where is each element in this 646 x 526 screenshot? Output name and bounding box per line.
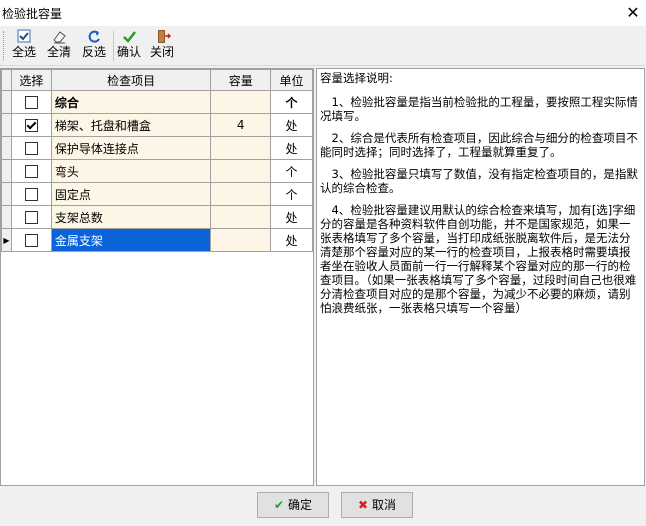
notes-paragraph-2: 2、综合是代表所有检查项目，因此综合与细分的检查项目不能同时选择；同时选择了，工… [320,131,638,159]
notes-paragraph-3: 3、检验批容量只填写了数值，没有指定检查项目的，是指默认的综合检查。 [320,167,638,195]
row-checkbox[interactable] [24,233,38,247]
select-cell[interactable] [10,182,52,206]
row-header[interactable] [1,205,12,229]
ok-label: 确定 [288,498,313,512]
capacity-cell[interactable] [210,205,272,229]
eraser-icon [53,31,66,44]
select-all-label: 全选 [11,45,36,59]
row-checkbox[interactable] [24,187,38,201]
unit-cell[interactable]: 处 [270,136,313,160]
current-row-arrow-icon[interactable]: ▶ [1,228,12,252]
invert-selection-label: 反选 [81,45,106,59]
window-title: 检验批容量 [2,7,63,21]
unit-cell[interactable]: 处 [270,228,313,252]
table-header-row: 选择 检查项目 容量 单位 [1,69,313,91]
unit-cell[interactable]: 个 [270,182,313,206]
table-row[interactable]: 固定点 个 [1,182,313,206]
capacity-notes-panel[interactable]: 容量选择说明: 1、检验批容量是指当前检验批的工程量，要按照工程实际情况填写。 … [316,68,645,486]
column-header-unit[interactable]: 单位 [270,69,313,91]
column-header-capacity[interactable]: 容量 [210,69,272,91]
capacity-cell[interactable] [210,159,272,183]
select-cell[interactable] [10,205,52,229]
table-row[interactable]: 综合 个 [1,90,313,114]
select-cell[interactable] [10,228,52,252]
item-cell[interactable]: 梯架、托盘和槽盒 [50,113,212,137]
table-row[interactable]: 弯头 个 [1,159,313,183]
select-cell[interactable] [10,113,52,137]
toolbar-grip [3,31,7,61]
close-icon[interactable]: ✕ [620,0,646,26]
capacity-grid: 选择 检查项目 容量 单位 综合 个 梯架、托盘和槽盒 4 处 保护导体连接点 … [0,68,314,486]
ok-button[interactable]: ✔ 确定 [257,492,329,518]
close-button[interactable]: 关闭 [148,29,176,63]
capacity-cell[interactable] [210,136,272,160]
item-cell[interactable]: 固定点 [50,182,212,206]
item-cell[interactable]: 弯头 [50,159,212,183]
row-checkbox[interactable] [24,95,38,109]
invert-selection-button[interactable]: 反选 [80,29,108,63]
row-header[interactable] [1,159,12,183]
unit-cell[interactable]: 个 [270,159,313,183]
confirm-button[interactable]: 确认 [116,29,142,63]
exit-door-icon [158,30,171,43]
capacity-cell[interactable] [210,228,272,252]
capacity-table: 选择 检查项目 容量 单位 综合 个 梯架、托盘和槽盒 4 处 保护导体连接点 … [1,69,313,252]
row-header-corner [1,69,12,91]
table-row[interactable]: 支架总数 处 [1,205,313,229]
row-checkbox[interactable] [24,210,38,224]
clear-all-button[interactable]: 全清 [45,29,73,63]
capacity-cell[interactable] [210,182,272,206]
close-label: 关闭 [149,45,174,59]
item-cell-selected[interactable]: 金属支架 [50,228,212,252]
row-checkbox[interactable] [24,141,38,155]
cancel-button[interactable]: ✖ 取消 [341,492,413,518]
confirm-label: 确认 [116,45,141,59]
checkmark-icon: ✔ [273,498,285,512]
refresh-icon [88,30,100,43]
item-cell[interactable]: 综合 [50,90,212,114]
select-cell[interactable] [10,136,52,160]
item-cell[interactable]: 保护导体连接点 [50,136,212,160]
row-header[interactable] [1,90,12,114]
unit-cell[interactable]: 个 [270,90,313,114]
select-cell[interactable] [10,90,52,114]
row-header[interactable] [1,113,12,137]
cross-icon: ✖ [357,498,369,512]
row-header[interactable] [1,182,12,206]
dialog-footer: ✔ 确定 ✖ 取消 [0,487,646,526]
item-cell[interactable]: 支架总数 [50,205,212,229]
unit-cell[interactable]: 处 [270,113,313,137]
checkbox-checked-icon [17,29,31,43]
capacity-cell[interactable]: 4 [210,113,272,137]
select-cell[interactable] [10,159,52,183]
table-row[interactable]: 保护导体连接点 处 [1,136,313,160]
select-all-button[interactable]: 全选 [10,29,38,63]
notes-title: 容量选择说明: [320,71,393,85]
row-checkbox[interactable] [24,164,38,178]
table-row[interactable]: 梯架、托盘和槽盒 4 处 [1,113,313,137]
toolbar: 全选 全清 反选 确认 关闭 [0,27,646,66]
cancel-label: 取消 [372,498,397,512]
checkmark-icon [123,31,136,43]
column-header-select[interactable]: 选择 [10,69,52,91]
notes-paragraph-1: 1、检验批容量是指当前检验批的工程量，要按照工程实际情况填写。 [320,95,638,123]
notes-paragraph-4: 4、检验批容量建议用默认的综合检查来填写，加有[选]字细分的容量是各种资料软件自… [320,203,637,315]
table-row-current[interactable]: ▶ 金属支架 处 [1,228,313,252]
title-bar: 检验批容量 ✕ [0,0,646,26]
capacity-cell[interactable] [210,90,272,114]
column-header-item[interactable]: 检查项目 [50,69,212,91]
toolbar-separator [113,31,114,61]
unit-cell[interactable]: 处 [270,205,313,229]
row-header[interactable] [1,136,12,160]
clear-all-label: 全清 [46,45,71,59]
row-checkbox[interactable] [24,118,38,132]
